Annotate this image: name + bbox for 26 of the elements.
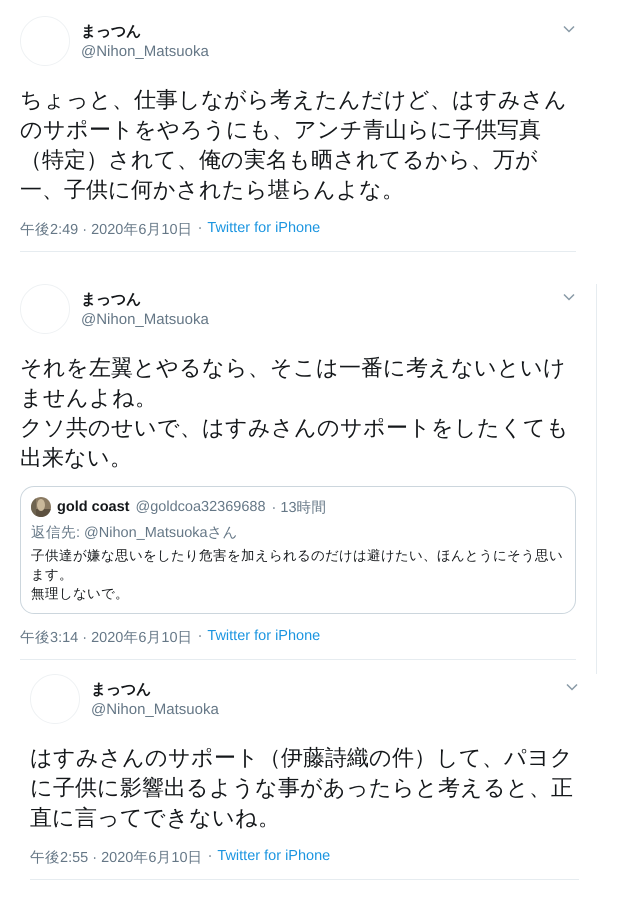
timestamp: 午後2:55 · 2020年6月10日 (30, 849, 203, 867)
tweet-text: はすみさんのサポート（伊藤詩織の件）して、パヨクに子供に影響出るような事があったらと考えると、正直に言ってできないね。 (30, 745, 574, 833)
reply-to: 返信先: @Nihon_Matsuokaさん (31, 524, 239, 542)
quote-text: 無理しないで。 (31, 585, 130, 603)
tweet-text: クソ共のせいで、はすみさんのサポートをしたくても出来ない。 (20, 415, 570, 473)
separator: · (208, 848, 212, 866)
user-handle[interactable]: @Nihon_Matsuoka (91, 701, 219, 718)
tweet-text: それを左翼とやるなら、そこは一番に考えないといけませんよね。 (20, 355, 567, 413)
tweet-text: ちょっと、仕事しながら考えたんだけど、はすみさんのサポートをやろうにも、アンチ青山らに子供写真（特定）されて、俺の実名も晒されてるから、万が一、子供に何かされたら堪らんよな。 (20, 87, 568, 205)
source-link[interactable]: Twitter for iPhone (217, 848, 330, 867)
source-link[interactable]: Twitter for iPhone (207, 220, 320, 239)
quote-age: · 13時間 (272, 498, 327, 516)
source-link[interactable]: Twitter for iPhone (207, 628, 320, 647)
timestamp: 午後3:14 · 2020年6月10日 (20, 629, 193, 647)
user-handle[interactable]: @Nihon_Matsuoka (81, 311, 209, 328)
separator: · (198, 220, 202, 238)
quote-text: 子供達が嫌な思いをしたり危害を加えられるのだけは避けたい、ほんとうにそう思います。 (31, 547, 564, 584)
quoted-tweet[interactable]: gold coast @goldcoa32369688 · 13時間 返信先: @Nihon_Matsuokaさん 子供達が嫌な思いをしたり危害を加えられるのだけは避けたい、ほんとうにそう思います。 無理しないで。 (20, 486, 576, 614)
user-name[interactable]: まっつん (81, 22, 209, 41)
quote-user-handle: @goldcoa32369688 (136, 499, 266, 515)
timestamp: 午後2:49 · 2020年6月10日 (20, 221, 193, 239)
user-name[interactable]: まっつん (91, 680, 219, 699)
user-name[interactable]: まっつん (81, 290, 209, 309)
separator: · (198, 628, 202, 646)
user-handle[interactable]: @Nihon_Matsuoka (81, 43, 209, 60)
quote-user-name: gold coast (57, 499, 130, 515)
